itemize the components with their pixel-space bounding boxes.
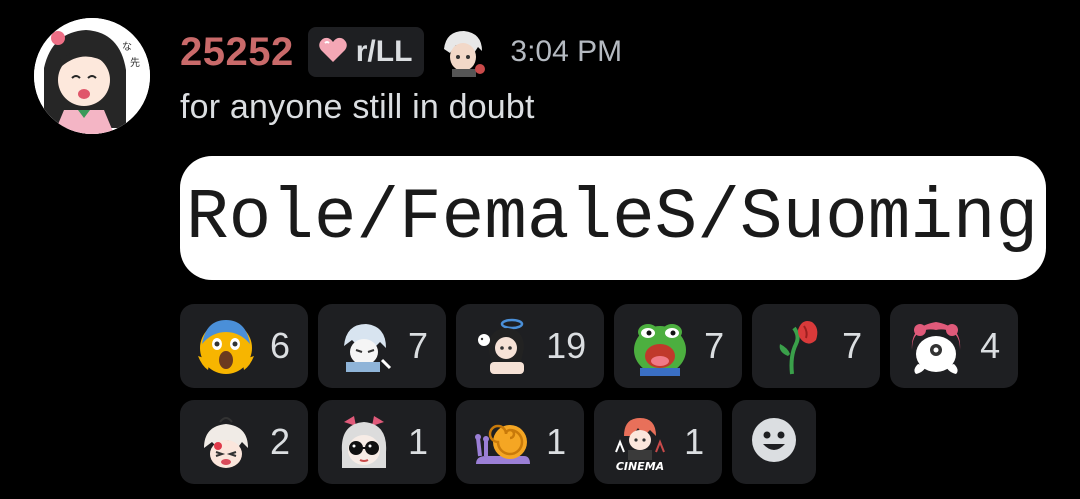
reaction-count: 2 <box>270 421 291 462</box>
reaction-count: 7 <box>704 325 725 366</box>
cinema-sticker-icon: CINEMA <box>610 412 670 472</box>
anime-girl-avatar-icon: な 先 <box>34 18 150 134</box>
reaction-button[interactable]: 2 <box>180 400 309 484</box>
reactions-row: 2 1 1 CINEMA 1 <box>180 400 1028 484</box>
user-avatar[interactable]: な 先 <box>34 18 150 134</box>
add-reaction-button[interactable] <box>732 400 817 484</box>
screaming-face-icon <box>196 316 256 376</box>
reaction-count: 1 <box>684 421 705 462</box>
pepe-frog-icon <box>630 316 690 376</box>
username[interactable]: 25252 <box>180 30 294 75</box>
reaction-button[interactable]: 1 <box>456 400 585 484</box>
reaction-button[interactable]: 1 <box>318 400 447 484</box>
image-attachment[interactable]: Role/FemaleS/Suoming, <box>180 156 1046 280</box>
cinema-sticker-text: CINEMA <box>616 460 664 472</box>
pink-heart-icon <box>318 35 348 70</box>
reaction-button[interactable]: 4 <box>890 304 1019 388</box>
reaction-count: 1 <box>408 421 429 462</box>
reactions-bar: 6 7 19 7 7 4 2 1 1 CINEMA 1 <box>180 304 1028 496</box>
reaction-button[interactable]: 7 <box>752 304 881 388</box>
reaction-count: 19 <box>546 325 587 366</box>
reaction-count: 7 <box>408 325 429 366</box>
reaction-button[interactable]: 19 <box>456 304 605 388</box>
message-header: 25252 r/LL 3:04 PM <box>180 26 622 78</box>
message-content: for anyone still in doubt <box>180 88 535 126</box>
svg-text:な: な <box>122 41 132 53</box>
crying-anime-girl-icon <box>196 412 256 472</box>
pink-hair-character-icon <box>906 316 966 376</box>
reaction-button[interactable]: 7 <box>614 304 743 388</box>
server-tag[interactable]: r/LL <box>307 27 425 77</box>
message-timestamp: 3:04 PM <box>510 35 623 68</box>
reaction-count: 7 <box>842 325 863 366</box>
anime-girl-sunglasses-icon <box>334 412 394 472</box>
reaction-button[interactable]: 7 <box>318 304 447 388</box>
white-hair-character-decoration-icon <box>438 27 488 77</box>
anime-girl-halo-sticker-icon <box>472 316 532 376</box>
smiley-face-icon <box>750 416 798 469</box>
anime-character-sticker-icon <box>334 316 394 376</box>
attachment-image-text: Role/FemaleS/Suoming, <box>186 179 1046 259</box>
reactions-row: 6 7 19 7 7 4 <box>180 304 1028 388</box>
snail-icon <box>472 412 532 472</box>
reaction-button[interactable]: 6 <box>180 304 309 388</box>
reaction-count: 1 <box>546 421 567 462</box>
server-tag-label: r/LL <box>355 35 413 68</box>
wilted-rose-icon <box>768 316 828 376</box>
reaction-button[interactable]: CINEMA 1 <box>594 400 723 484</box>
svg-text:先: 先 <box>130 57 140 69</box>
reaction-count: 4 <box>980 325 1001 366</box>
reaction-count: 6 <box>270 325 291 366</box>
